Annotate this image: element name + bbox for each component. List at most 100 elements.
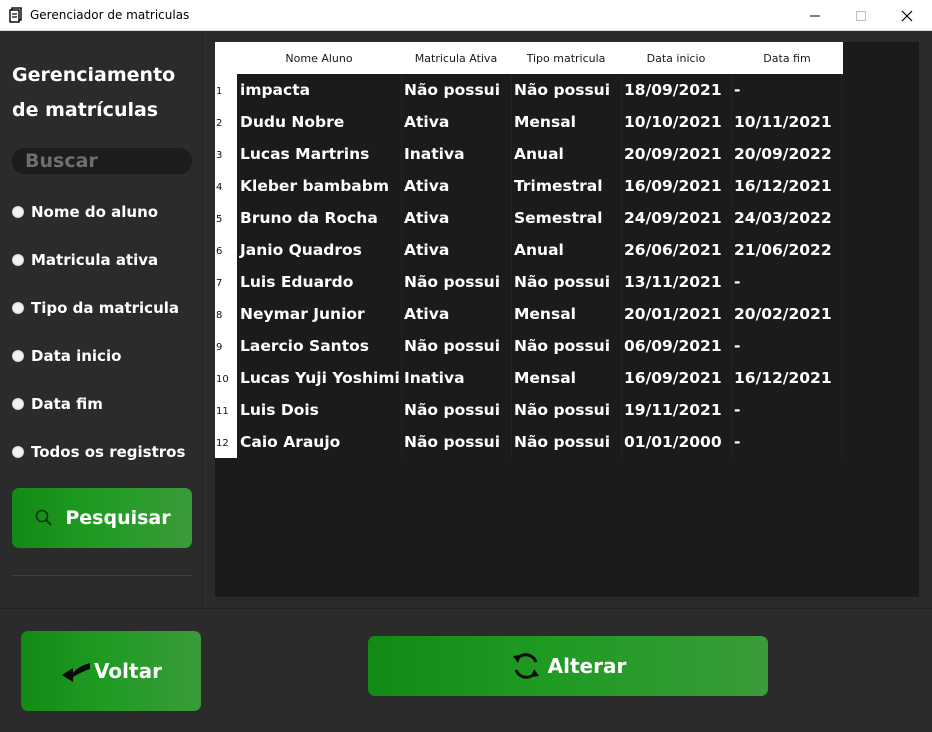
column-header-tipo[interactable]: Tipo matricula	[511, 42, 621, 74]
column-header-nome[interactable]: Nome Aluno	[237, 42, 401, 74]
table-cell[interactable]: 16/09/2021	[621, 362, 731, 394]
radio-matricula-ativa[interactable]: Matricula ativa	[12, 250, 158, 270]
results-table[interactable]: Nome Aluno Matricula Ativa Tipo matricul…	[215, 42, 919, 597]
table-row[interactable]: Luis Eduardo Não possui Não possui 13/11/20…	[237, 266, 843, 298]
table-cell[interactable]: 06/09/2021	[621, 330, 731, 362]
table-row[interactable]: impacta Não possui Não possui 18/09/2021-	[237, 74, 843, 106]
table-row[interactable]: Neymar Junior Ativa Mensal 20/01/2021 20/02/…	[237, 298, 843, 330]
alterar-button[interactable]: Alterar	[368, 636, 768, 696]
row-number[interactable]: 7	[215, 266, 237, 298]
table-cell[interactable]: Neymar Junior	[237, 298, 401, 330]
table-cell[interactable]: 16/09/2021	[621, 170, 731, 202]
row-number[interactable]: 9	[215, 330, 237, 362]
table-cell[interactable]: Anual	[511, 234, 621, 266]
table-cell[interactable]: impacta	[237, 74, 401, 106]
table-cell[interactable]: Anual	[511, 138, 621, 170]
table-cell[interactable]: Ativa	[401, 106, 511, 138]
row-number[interactable]: 5	[215, 202, 237, 234]
table-cell[interactable]: Mensal	[511, 362, 621, 394]
table-cell[interactable]: 20/02/2021	[731, 298, 843, 330]
table-cell[interactable]: Caio Araujo	[237, 426, 401, 458]
table-cell[interactable]: Bruno da Rocha	[237, 202, 401, 234]
table-cell[interactable]: Lucas Martrins	[237, 138, 401, 170]
radio-data-fim[interactable]: Data fim	[12, 394, 103, 414]
table-cell[interactable]: Não possui	[511, 394, 621, 426]
table-cell[interactable]: -	[731, 74, 843, 106]
table-cell[interactable]: Trimestral	[511, 170, 621, 202]
radio-tipo-matricula[interactable]: Tipo da matricula	[12, 298, 179, 318]
pesquisar-button[interactable]: Pesquisar	[12, 488, 192, 548]
search-input[interactable]: Buscar	[12, 148, 192, 174]
table-cell[interactable]: Luis Eduardo	[237, 266, 401, 298]
table-row[interactable]: Janio Quadros Ativa Anual 26/06/2021 21/06/2…	[237, 234, 843, 266]
table-row[interactable]: Dudu Nobre Ativa Mensal 10/10/2021 10/11/202…	[237, 106, 843, 138]
table-cell[interactable]: -	[731, 330, 843, 362]
table-cell[interactable]: Semestral	[511, 202, 621, 234]
radio-nome-aluno[interactable]: Nome do aluno	[12, 202, 158, 222]
table-row[interactable]: Kleber bambabm Ativa Trimestral 16/09/2021 1…	[237, 170, 843, 202]
table-cell[interactable]: 26/06/2021	[621, 234, 731, 266]
table-cell[interactable]: 19/11/2021	[621, 394, 731, 426]
table-cell[interactable]: Não possui	[401, 74, 511, 106]
table-cell[interactable]: Não possui	[401, 330, 511, 362]
table-row[interactable]: Lucas Yuji YoshimineInativaMensal16/09/2…	[237, 362, 843, 394]
row-number[interactable]: 8	[215, 298, 237, 330]
close-button[interactable]	[884, 0, 930, 31]
table-cell[interactable]: Mensal	[511, 298, 621, 330]
row-number[interactable]: 12	[215, 426, 237, 458]
table-cell[interactable]: Não possui	[401, 426, 511, 458]
table-cell[interactable]: 01/01/2000	[621, 426, 731, 458]
table-cell[interactable]: 20/01/2021	[621, 298, 731, 330]
table-row[interactable]: Lucas Martrins Inativa Anual 20/09/2021 20/0…	[237, 138, 843, 170]
table-cell[interactable]: Ativa	[401, 170, 511, 202]
table-cell[interactable]: Inativa	[401, 138, 511, 170]
table-cell[interactable]: Não possui	[401, 266, 511, 298]
column-header-matricula-ativa[interactable]: Matricula Ativa	[401, 42, 511, 74]
table-cell[interactable]: Ativa	[401, 298, 511, 330]
table-cell[interactable]: Ativa	[401, 202, 511, 234]
table-cell[interactable]: 16/12/2021	[731, 170, 843, 202]
table-row[interactable]: Caio Araujo Não possui Não possui 01/01/200…	[237, 426, 843, 458]
table-cell[interactable]: 13/11/2021	[621, 266, 731, 298]
row-number[interactable]: 1	[215, 74, 237, 106]
table-row[interactable]: Bruno da Rocha Ativa Semestral 24/09/2021 24…	[237, 202, 843, 234]
row-number[interactable]: 6	[215, 234, 237, 266]
table-cell[interactable]: Luis Dois	[237, 394, 401, 426]
table-cell[interactable]: 10/10/2021	[621, 106, 731, 138]
table-cell[interactable]: 20/09/2022	[731, 138, 843, 170]
table-cell[interactable]: Laercio Santos	[237, 330, 401, 362]
column-header-data-fim[interactable]: Data fim	[731, 42, 843, 74]
table-cell[interactable]: -	[731, 426, 843, 458]
minimize-button[interactable]	[792, 0, 838, 31]
table-cell[interactable]: Não possui	[511, 266, 621, 298]
table-cell[interactable]: Não possui	[511, 330, 621, 362]
row-number[interactable]: 3	[215, 138, 237, 170]
table-cell[interactable]: Lucas Yuji Yoshimine	[237, 362, 401, 394]
table-cell[interactable]: Ativa	[401, 234, 511, 266]
row-number[interactable]: 11	[215, 394, 237, 426]
table-cell[interactable]: Mensal	[511, 106, 621, 138]
table-cell[interactable]: 24/03/2022	[731, 202, 843, 234]
table-row[interactable]: Luis Dois Não possui Não possui 19/11/2021-	[237, 394, 843, 426]
radio-todos-registros[interactable]: Todos os registros	[12, 442, 185, 462]
table-cell[interactable]: Kleber bambabm	[237, 170, 401, 202]
table-cell[interactable]: -	[731, 266, 843, 298]
table-cell[interactable]: Inativa	[401, 362, 511, 394]
table-cell[interactable]: 16/12/2021	[731, 362, 843, 394]
table-cell[interactable]: 18/09/2021	[621, 74, 731, 106]
table-cell[interactable]: 20/09/2021	[621, 138, 731, 170]
radio-data-inicio[interactable]: Data inicio	[12, 346, 121, 366]
voltar-button[interactable]: Voltar	[21, 631, 201, 711]
table-cell[interactable]: Não possui	[511, 426, 621, 458]
table-cell[interactable]: Janio Quadros	[237, 234, 401, 266]
maximize-button[interactable]	[838, 0, 884, 31]
table-cell[interactable]: Não possui	[401, 394, 511, 426]
table-cell[interactable]: Dudu Nobre	[237, 106, 401, 138]
table-cell[interactable]: -	[731, 394, 843, 426]
table-cell[interactable]: 24/09/2021	[621, 202, 731, 234]
row-number[interactable]: 10	[215, 362, 237, 394]
row-number[interactable]: 2	[215, 106, 237, 138]
column-header-data-inicio[interactable]: Data inicio	[621, 42, 731, 74]
row-number[interactable]: 4	[215, 170, 237, 202]
table-cell[interactable]: Não possui	[511, 74, 621, 106]
